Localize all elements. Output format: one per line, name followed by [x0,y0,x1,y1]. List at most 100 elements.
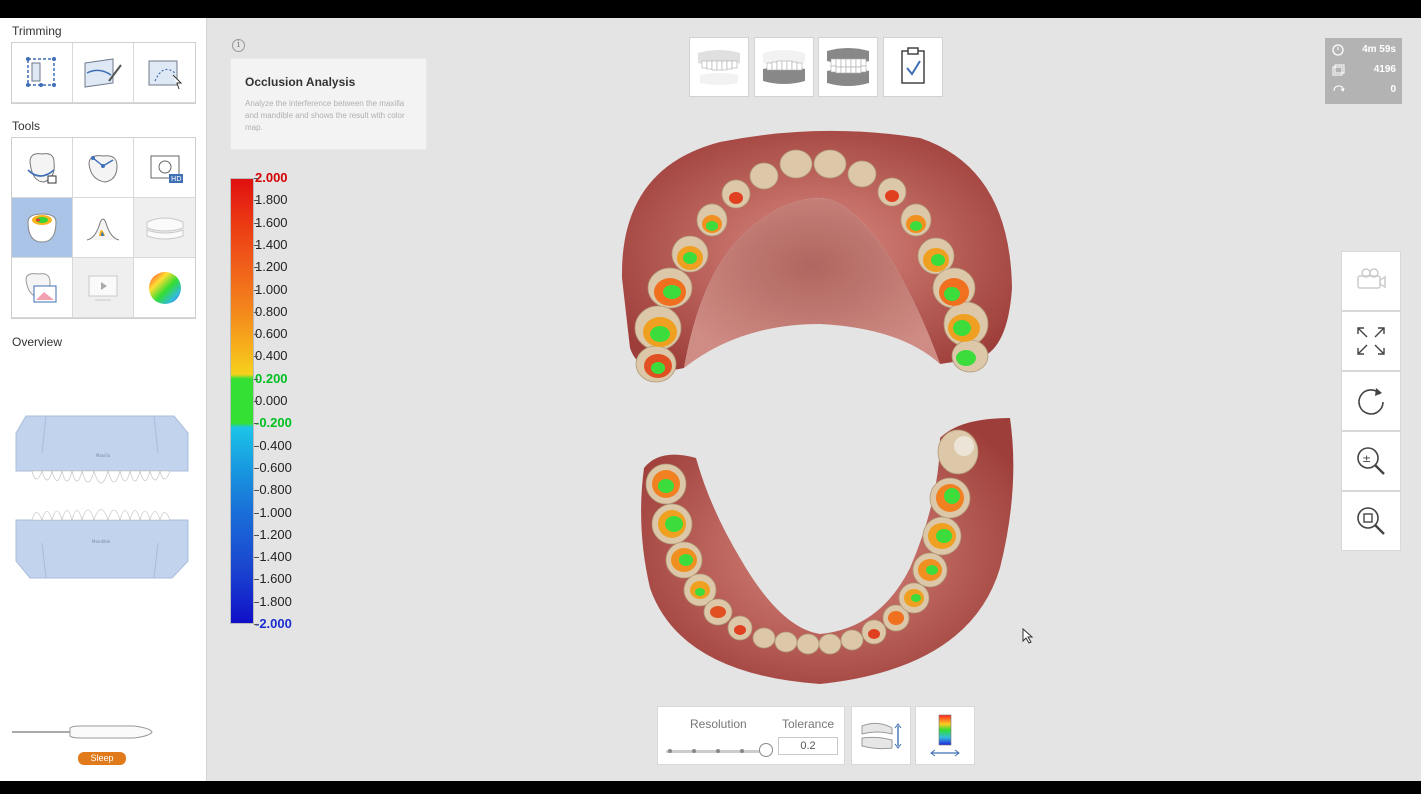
rotate-icon [1358,388,1384,415]
trimming-toolbar [11,42,196,104]
color-scale-bar [230,178,254,624]
zoom-icon: ± [1357,447,1385,475]
color-scale-tick [254,200,258,202]
color-scale-tick [254,401,258,402]
color-scale-tick [254,557,258,559]
zoom-button[interactable]: ± [1341,431,1401,491]
color-sphere-icon [148,271,181,304]
mandible-label: Mandible [92,539,111,544]
retry-icon [1331,83,1345,97]
rotate-button[interactable] [1341,371,1401,431]
lock-margin-icon [27,152,57,183]
undercut-analysis-icon [86,218,120,240]
hd-capture-button[interactable]: HD [134,138,195,198]
color-scale-tick [254,334,258,336]
bite-align-button[interactable] [134,198,195,258]
analysis-settings-panel: Resolution Tolerance 0.2 [657,706,845,765]
lasso-trim-button[interactable] [134,43,195,103]
mandible-view-button[interactable] [754,37,814,97]
shot-count: 4196 [1373,64,1396,75]
zoom-fit-button[interactable] [1341,491,1401,551]
color-scale-label: 0.400 [255,348,288,364]
video-button[interactable] [73,258,134,318]
brush-trim-button[interactable] [73,43,134,103]
maxilla-view-button[interactable] [689,37,749,97]
select-area-trim-button[interactable] [12,43,73,103]
color-scale-tick [254,267,258,269]
tools-title: Tools [12,119,41,133]
overview-thumbnail[interactable]: Maxilla Mandible [12,413,190,593]
fit-screen-icon [1357,327,1385,355]
occlusion-analysis-button[interactable] [12,198,73,258]
camera-button[interactable] [1341,251,1401,311]
maxilla-model [621,130,1012,383]
slider-stop [716,749,720,753]
slider-stop [740,749,744,753]
lock-margin-button[interactable] [12,138,73,198]
mandible-model [641,418,1014,684]
scanner-handpiece-icon [12,725,153,739]
color-scale-tick [254,311,258,313]
color-scale-tick [254,178,258,179]
timer-icon [1331,43,1345,57]
scanner-status: Sleep [10,718,160,768]
color-scale-tick [254,490,258,492]
color-scale-label: -2.000 [255,616,292,631]
color-scale-label: 0.800 [255,303,288,319]
color-scale-label: 1.000 [255,281,288,297]
color-scale-label: 1.400 [255,236,288,252]
left-panel: Trimming Tools HD Overview Maxilla Mandi… [0,18,207,781]
slider-stop [668,749,672,753]
color-scale-tick [254,534,258,536]
fill-holes-button[interactable] [73,138,134,198]
bite-separation-icon [861,722,902,749]
bite-separation-button[interactable] [851,706,911,765]
color-scale-label: -0.400 [255,437,292,453]
color-scale-tick [254,467,258,469]
undercut-analysis-button[interactable] [73,198,134,258]
color-scale-tick [254,624,258,625]
tools-toolbar: HD [11,137,196,319]
zoom-fit-icon [1357,507,1385,535]
maxilla-label: Maxilla [96,453,111,458]
occlusion-view-button[interactable] [818,37,878,97]
color-range-button[interactable] [915,706,975,765]
color-scale-label: 1.200 [255,259,288,275]
tolerance-input[interactable]: 0.2 [778,737,838,755]
color-sphere-button[interactable] [134,258,195,318]
color-scale-label: 1.800 [255,192,288,208]
color-scale-tick [254,222,258,224]
resolution-slider-thumb[interactable] [759,743,773,757]
checklist-button[interactable] [883,37,943,97]
jaw-3d-viewport[interactable] [600,128,1040,688]
info-description: Analyze the interference between the max… [245,99,405,132]
color-scale-label: -1.800 [255,593,292,609]
color-scale-tick [254,244,258,246]
color-scale-label: 0.200 [255,370,288,386]
color-scale-tick [254,579,258,581]
color-scale-tick [254,512,258,514]
color-scale-label: 2.000 [255,170,288,185]
slider-stop [692,749,696,753]
sleep-badge[interactable]: Sleep [78,752,126,765]
info-icon[interactable]: i [232,39,245,52]
fit-screen-button[interactable] [1341,311,1401,371]
svg-text:HD: HD [171,175,182,183]
lasso-trim-icon [148,60,182,89]
scan-time: 4m 59s [1362,44,1396,55]
occlusion-analysis-icon [27,212,57,243]
trimming-title: Trimming [12,24,62,38]
mouse-cursor-icon [1022,628,1034,644]
tooth-image-button[interactable] [12,258,73,318]
shots-icon [1331,63,1345,77]
info-title: Occlusion Analysis [245,75,356,89]
app-window: Trimming Tools HD Overview Maxilla Mandi… [0,18,1421,781]
color-scale-tick [254,289,258,291]
color-scale-label: 0.600 [255,326,288,342]
color-scale-label: -1.000 [255,504,292,520]
color-scale-label: -0.200 [255,415,292,431]
color-scale-label: -1.400 [255,549,292,565]
color-scale-label: 0.000 [255,393,288,408]
fill-holes-icon [88,154,118,183]
mandible-view-icon [763,50,805,84]
